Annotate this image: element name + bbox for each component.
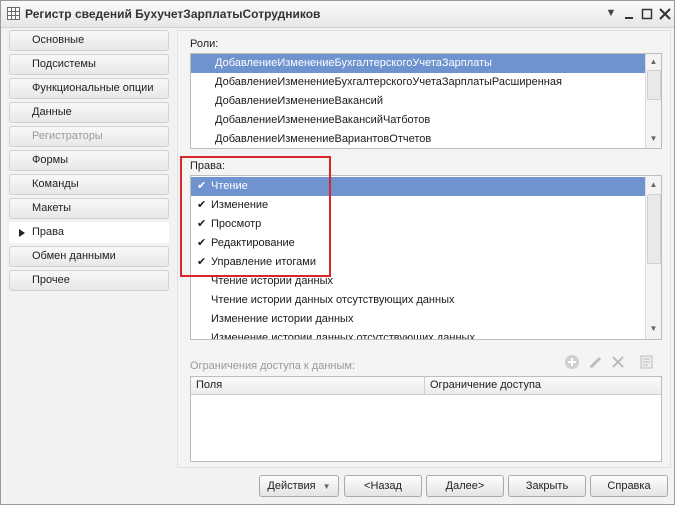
nav-item-functional-options[interactable]: Функциональные опции [9, 78, 169, 99]
scroll-thumb[interactable] [647, 194, 661, 264]
scroll-thumb[interactable] [647, 70, 661, 100]
nav-item-main[interactable]: Основные [9, 30, 169, 51]
dropdown-menu-icon[interactable]: ▼ [602, 4, 620, 22]
add-icon[interactable] [564, 354, 580, 370]
nav-item-templates[interactable]: Макеты [9, 198, 169, 219]
register-icon [7, 7, 20, 20]
nav-item-subsystems[interactable]: Подсистемы [9, 54, 169, 75]
roles-list-item[interactable]: ДобавлениеИзменениеБухгалтерскогоУчетаЗа… [191, 73, 562, 92]
roles-list-item[interactable]: ДобавлениеИзменениеВариантовОтчетов [191, 130, 431, 148]
nav-item-registrars: Регистраторы [9, 126, 169, 147]
window: Регистр сведений БухучетЗарплатыСотрудни… [0, 0, 675, 505]
help-button[interactable]: Справка [590, 475, 668, 497]
close-icon[interactable] [656, 5, 674, 23]
close-button[interactable]: Закрыть [508, 475, 586, 497]
column-fields[interactable]: Поля [191, 377, 425, 394]
sidebar-nav: Основные Подсистемы Функциональные опции… [9, 30, 169, 294]
window-title: Регистр сведений БухучетЗарплатыСотрудни… [25, 7, 321, 21]
roles-scrollbar[interactable]: ▲ ▼ [645, 54, 661, 148]
table-header: Поля Ограничение доступа [191, 377, 661, 395]
nav-item-forms[interactable]: Формы [9, 150, 169, 171]
column-access-restriction[interactable]: Ограничение доступа [425, 377, 541, 394]
nav-item-data[interactable]: Данные [9, 102, 169, 123]
active-arrow-icon [19, 229, 25, 237]
restrictions-label: Ограничения доступа к данным: [190, 360, 356, 372]
rights-list-item[interactable]: Изменение истории данных отсутствующих д… [191, 329, 475, 339]
scroll-up-icon[interactable]: ▲ [646, 55, 661, 69]
back-button[interactable]: <Назад [344, 475, 422, 497]
rights-list-item[interactable]: Изменение истории данных [191, 310, 353, 329]
roles-list-item[interactable]: ДобавлениеИзменениеВакансий [191, 92, 383, 111]
nav-item-data-exchange[interactable]: Обмен данными [9, 246, 169, 267]
roles-list-item[interactable]: ДобавлениеИзменениеБухгалтерскогоУчетаЗа… [191, 54, 645, 73]
roles-label: Роли: [190, 38, 219, 50]
scroll-down-icon[interactable]: ▼ [646, 322, 661, 336]
text-editor-icon[interactable] [638, 354, 654, 370]
scroll-down-icon[interactable]: ▼ [646, 132, 661, 146]
roles-list[interactable]: ДобавлениеИзменениеБухгалтерскогоУчетаЗа… [190, 53, 662, 149]
actions-button[interactable]: Действия ▼ [259, 475, 339, 497]
nav-item-commands[interactable]: Команды [9, 174, 169, 195]
rights-list-item[interactable]: Чтение истории данных отсутствующих данн… [191, 291, 454, 310]
maximize-icon[interactable] [638, 5, 656, 23]
restrictions-table[interactable]: Поля Ограничение доступа [190, 376, 662, 462]
titlebar: Регистр сведений БухучетЗарплатыСотрудни… [1, 1, 674, 28]
chevron-down-icon: ▼ [322, 482, 331, 491]
highlight-frame [180, 156, 331, 277]
rights-scrollbar[interactable]: ▲ ▼ [645, 176, 661, 339]
minimize-icon[interactable] [620, 5, 638, 23]
delete-icon[interactable] [610, 354, 626, 370]
nav-item-rights[interactable]: Права [9, 222, 169, 243]
roles-list-item[interactable]: ДобавлениеИзменениеВакансийЧатботов [191, 111, 430, 130]
scroll-up-icon[interactable]: ▲ [646, 178, 661, 192]
edit-icon[interactable] [588, 354, 604, 370]
nav-item-other[interactable]: Прочее [9, 270, 169, 291]
next-button[interactable]: Далее> [426, 475, 504, 497]
